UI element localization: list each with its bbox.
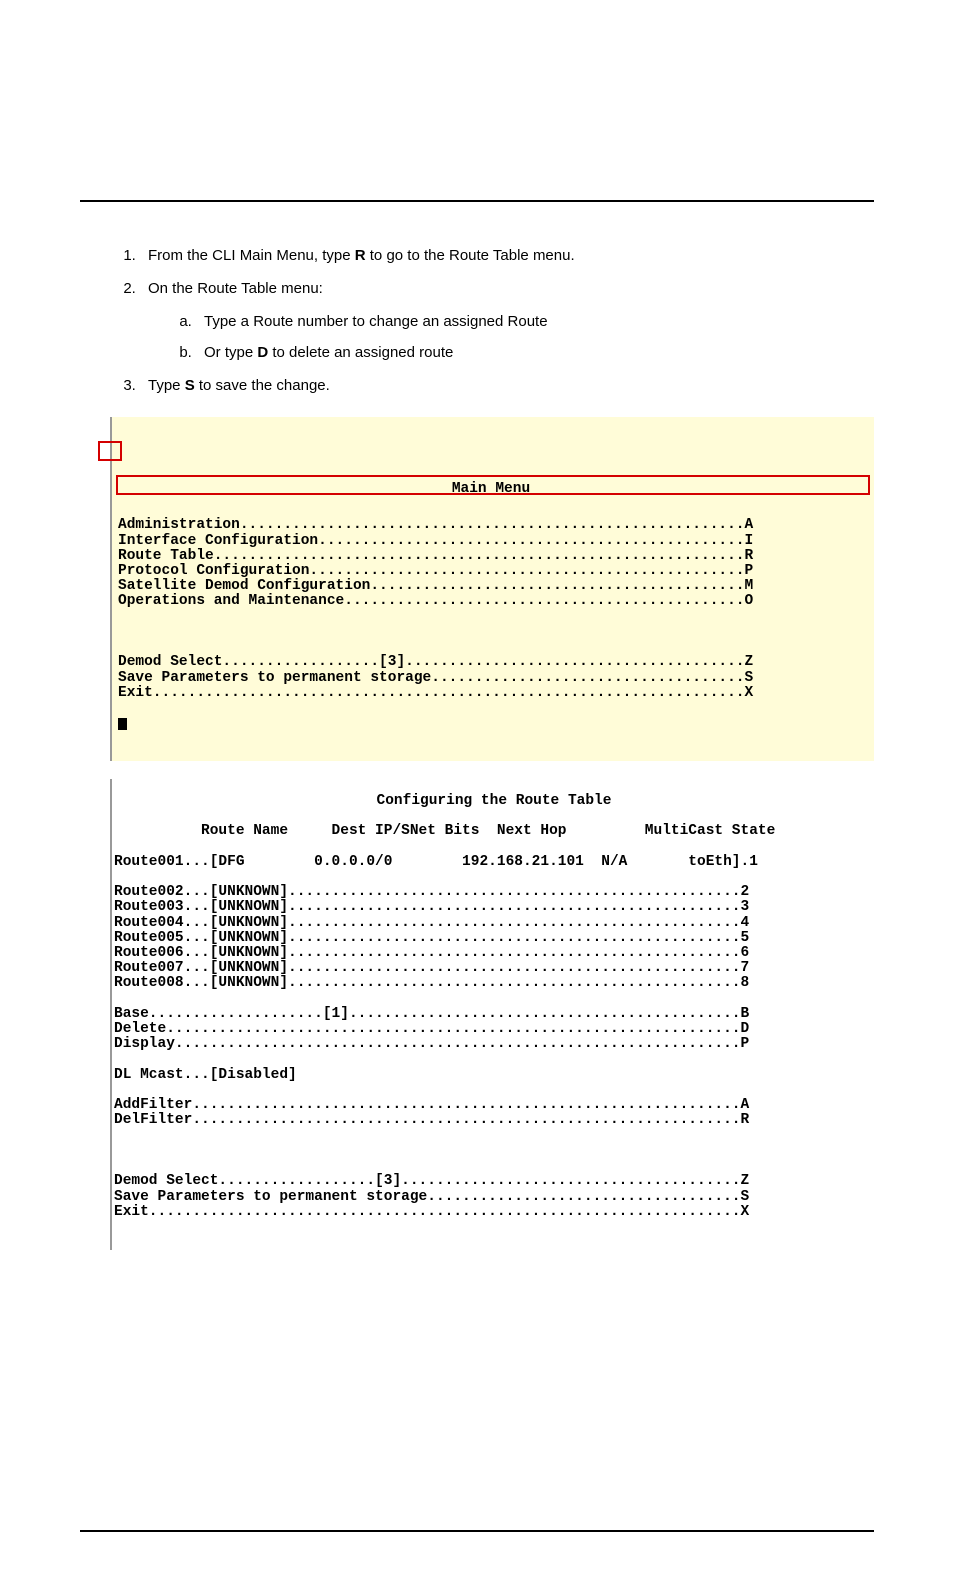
route-footer-item: Save Parameters to permanent storage....… — [114, 1190, 874, 1205]
filter-row: AddFilter...............................… — [114, 1098, 874, 1113]
step-2a: Type a Route number to change an assigne… — [196, 308, 874, 335]
menu-item: Satellite Demod Configuration...........… — [118, 579, 864, 594]
menu-footer-item: Exit....................................… — [118, 686, 864, 701]
menu-footer-item: Save Parameters to permanent storage....… — [118, 671, 864, 686]
route-action: Display.................................… — [114, 1037, 874, 1052]
top-rule — [80, 200, 874, 202]
bottom-rule — [80, 1530, 874, 1532]
route-row: Route006...[UNKNOWN]....................… — [114, 946, 874, 961]
menu-item: Operations and Maintenance..............… — [118, 594, 864, 609]
instruction-block: From the CLI Main Menu, type R to go to … — [80, 242, 874, 399]
cursor-icon — [118, 718, 127, 730]
menu-item: Administration..........................… — [118, 518, 864, 533]
step-2: On the Route Table menu: Type a Route nu… — [140, 275, 874, 366]
route-row: Route002...[UNKNOWN]....................… — [114, 885, 874, 900]
main-menu-title: Main Menu — [118, 482, 864, 497]
route-footer-item: Demod Select..................[3].......… — [114, 1174, 874, 1189]
menu-item: Protocol Configuration..................… — [118, 564, 864, 579]
cli-route-table: Configuring the Route Table Route Name D… — [110, 779, 874, 1251]
route-action: Delete..................................… — [114, 1022, 874, 1037]
route-row: Route003...[UNKNOWN]....................… — [114, 900, 874, 915]
route-action: Base....................[1].............… — [114, 1007, 874, 1022]
route-row-1: Route001...[DFG 0.0.0.0/0 192.168.21.101… — [114, 855, 874, 870]
step-1: From the CLI Main Menu, type R to go to … — [140, 242, 874, 269]
route-row: Route005...[UNKNOWN]....................… — [114, 931, 874, 946]
menu-item: Interface Configuration.................… — [118, 534, 864, 549]
route-row: Route008...[UNKNOWN]....................… — [114, 976, 874, 991]
route-footer-item: Exit....................................… — [114, 1205, 874, 1220]
route-row: Route007...[UNKNOWN]....................… — [114, 961, 874, 976]
route-table-headers: Route Name Dest IP/SNet Bits Next Hop Mu… — [114, 824, 874, 839]
step-2b: Or type D to delete an assigned route — [196, 339, 874, 366]
route-row: Route004...[UNKNOWN]....................… — [114, 916, 874, 931]
dl-mcast-row: DL Mcast...[Disabled] — [114, 1068, 874, 1083]
menu-item: Route Table.............................… — [118, 549, 864, 564]
filter-row: DelFilter...............................… — [114, 1113, 874, 1128]
cli-main-menu: Main Menu Administration................… — [110, 417, 874, 761]
menu-footer-item: Demod Select..................[3].......… — [118, 655, 864, 670]
route-table-title: Configuring the Route Table — [114, 794, 874, 809]
red-highlight-small — [98, 441, 122, 461]
step-3: Type S to save the change. — [140, 372, 874, 399]
